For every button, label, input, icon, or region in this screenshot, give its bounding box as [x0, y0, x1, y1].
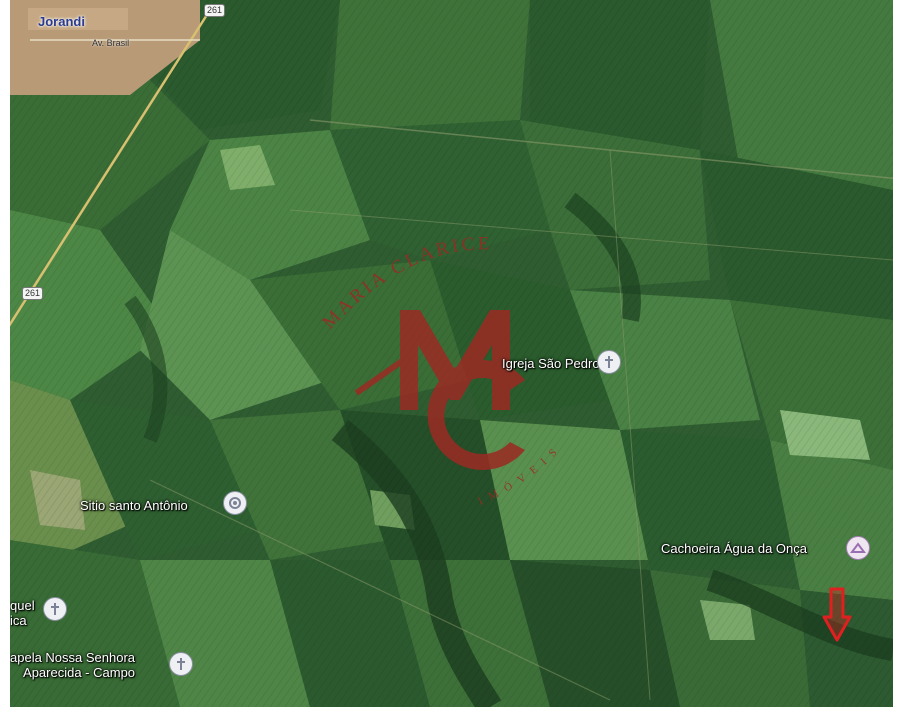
waterfall-pin-icon[interactable] [846, 536, 870, 560]
red-down-arrow-icon [822, 587, 852, 642]
place-label-cachoeira-agua-da-onca[interactable]: Cachoeira Água da Onça [661, 541, 807, 556]
satellite-map[interactable]: MARIA CLARICE IMÓVEIS Jorandi Av. Brasil… [10, 0, 893, 707]
road-shield: 261 [22, 287, 44, 300]
place-label-partial-left[interactable]: quel ica [10, 598, 35, 628]
place-label-igreja-sao-pedro[interactable]: Igreja São Pedro [502, 356, 600, 371]
road-shield: 261 [204, 4, 226, 17]
street-label: Av. Brasil [92, 38, 130, 48]
church-pin-icon[interactable] [43, 597, 67, 621]
place-pin-icon[interactable] [223, 491, 247, 515]
church-pin-icon[interactable] [169, 652, 193, 676]
place-label-sitio-santo-antonio[interactable]: Sitio santo Antônio [80, 498, 188, 513]
town-label: Jorandi [38, 14, 85, 29]
church-pin-icon[interactable] [597, 350, 621, 374]
place-label-capela-nossa-senhora[interactable]: apela Nossa Senhora Aparecida - Campo [10, 650, 135, 680]
